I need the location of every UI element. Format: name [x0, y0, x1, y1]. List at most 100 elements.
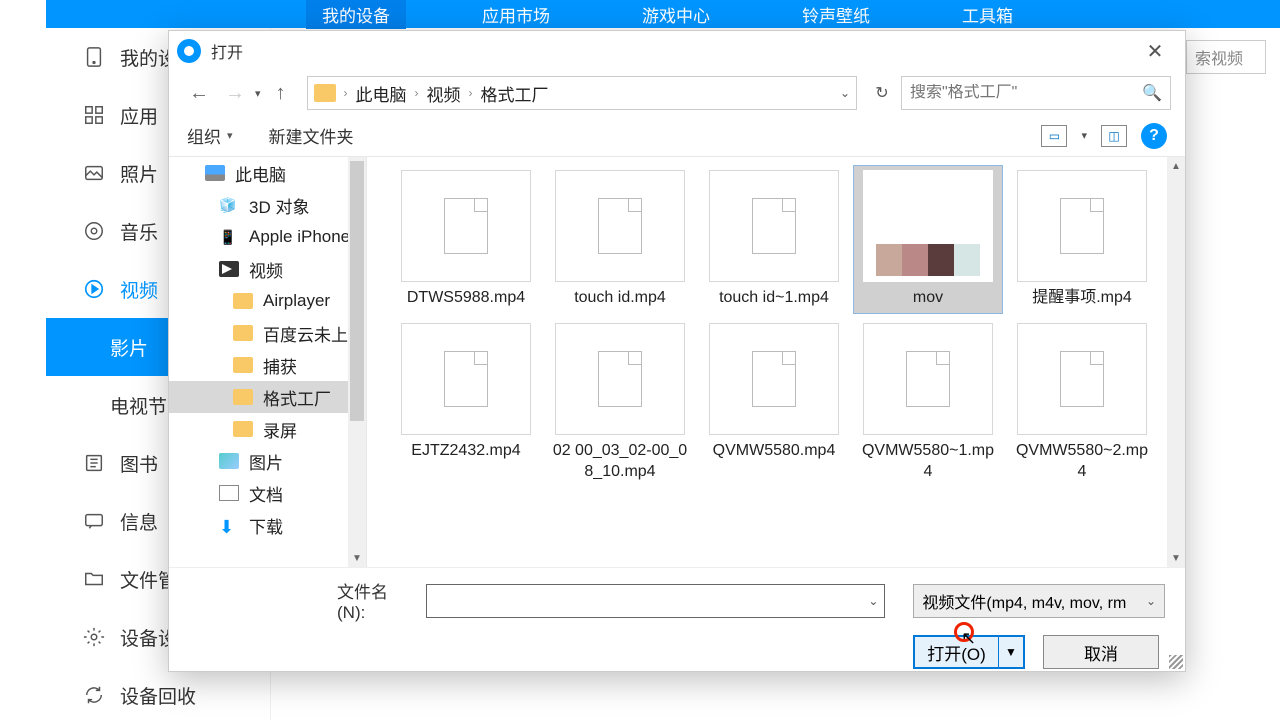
file-thumbnail — [401, 323, 531, 435]
crumb-pc[interactable]: 此电脑 — [356, 81, 407, 106]
preview-pane-button[interactable]: ◫ — [1101, 125, 1127, 147]
close-button[interactable]: ✕ — [1133, 33, 1177, 69]
tree-item[interactable]: 文档 — [169, 477, 366, 509]
file-item[interactable]: QVMW5580~2.mp4 — [1007, 318, 1157, 488]
file-item[interactable]: 02 00_03_02-00_08_10.mp4 — [545, 318, 695, 488]
search-video-input[interactable]: 索视频 — [1186, 40, 1266, 74]
history-dropdown[interactable]: ▾ — [255, 87, 261, 100]
apps-icon — [82, 103, 106, 127]
dialog-search-input[interactable] — [910, 84, 1142, 102]
view-dropdown[interactable]: ▾ — [1081, 129, 1087, 142]
open-dropdown[interactable]: ▼ — [999, 637, 1023, 667]
tree-item-label: 录屏 — [263, 417, 297, 442]
tree-item[interactable]: 捕获 — [169, 349, 366, 381]
nav-item-ringtone[interactable]: 铃声壁纸 — [786, 0, 886, 29]
file-item[interactable]: QVMW5580.mp4 — [699, 318, 849, 488]
file-thumbnail — [709, 170, 839, 282]
dialog-body: 此电脑🧊3D 对象📱Apple iPhone视频 Airplayer 百度云未上传捕… — [169, 157, 1185, 567]
dialog-title-bar[interactable]: 打开 ✕ — [169, 31, 1185, 71]
tree-item[interactable]: 图片 — [169, 445, 366, 477]
tree-scrollbar[interactable]: ▲ ▼ — [348, 157, 366, 567]
back-button[interactable]: ← — [183, 77, 215, 109]
file-item[interactable]: QVMW5580~1.mp4 — [853, 318, 1003, 488]
forward-button[interactable]: → — [219, 77, 251, 109]
file-thumbnail — [1017, 170, 1147, 282]
address-bar[interactable]: › 此电脑 › 视频 › 格式工厂 ⌄ — [307, 76, 857, 110]
doc-icon — [219, 485, 239, 501]
monitor-icon — [205, 165, 225, 181]
tree-item[interactable]: ⬇下载 — [169, 509, 366, 541]
tree-item[interactable]: 百度云未上传 — [169, 317, 366, 349]
file-item[interactable]: 提醒事项.mp4 — [1007, 165, 1157, 314]
file-item[interactable]: DTWS5988.mp4 — [391, 165, 541, 314]
cancel-button[interactable]: 取消 — [1043, 635, 1159, 669]
scroll-down-icon[interactable]: ▼ — [1167, 549, 1185, 567]
tree-item[interactable]: 格式工厂 — [169, 381, 366, 413]
file-thumbnail — [709, 323, 839, 435]
open-dialog: 打开 ✕ ← → ▾ ↑ › 此电脑 › 视频 › 格式工厂 ⌄ ↻ 🔍 组织 … — [168, 30, 1186, 672]
video-lib-icon — [219, 261, 239, 277]
file-item[interactable]: touch id.mp4 — [545, 165, 695, 314]
sidebar-label: 应用 — [120, 102, 158, 129]
tree-item-label: Airplayer — [263, 291, 330, 311]
nav-item-games[interactable]: 游戏中心 — [626, 0, 726, 29]
scroll-up-icon[interactable]: ▲ — [1167, 157, 1185, 175]
top-nav: 我的设备 应用市场 游戏中心 铃声壁纸 工具箱 — [46, 0, 1280, 28]
dialog-toolbar: 组织 ▾ 新建文件夹 ▭ ▾ ◫ ? — [169, 115, 1185, 157]
photo-icon — [82, 161, 106, 185]
tree-item[interactable]: 此电脑 — [169, 157, 366, 189]
file-item[interactable]: mov — [853, 165, 1003, 314]
search-icon[interactable]: 🔍 — [1142, 83, 1162, 103]
file-item[interactable]: EJTZ2432.mp4 — [391, 318, 541, 488]
tree-item[interactable]: 录屏 — [169, 413, 366, 445]
tree-item-label: 捕获 — [263, 353, 297, 378]
file-name: touch id~1.mp4 — [719, 288, 829, 309]
tree-item[interactable]: 🧊3D 对象 — [169, 189, 366, 221]
file-name: 02 00_03_02-00_08_10.mp4 — [550, 441, 690, 483]
chevron-right-icon: › — [342, 86, 350, 100]
file-name: mov — [913, 288, 943, 309]
file-type-filter[interactable]: 视频文件(mp4, m4v, mov, rm ⌄ — [913, 584, 1165, 618]
chevron-down-icon: ⌄ — [1146, 594, 1156, 608]
chevron-down-icon: ▾ — [227, 129, 233, 142]
help-button[interactable]: ? — [1141, 123, 1167, 149]
new-folder-button[interactable]: 新建文件夹 — [269, 123, 354, 148]
tree-item[interactable]: 📱Apple iPhone — [169, 221, 366, 253]
video-icon — [82, 277, 106, 301]
sidebar-item-recycle[interactable]: 设备回收 — [46, 666, 270, 724]
file-name: DTWS5988.mp4 — [407, 288, 525, 309]
nav-item-device[interactable]: 我的设备 — [306, 0, 406, 29]
file-scrollbar[interactable]: ▲ ▼ — [1167, 157, 1185, 567]
scrollbar-thumb[interactable] — [350, 161, 364, 421]
file-thumbnail — [555, 323, 685, 435]
file-name: QVMW5580~1.mp4 — [858, 441, 998, 483]
tree-item-label: 格式工厂 — [263, 385, 331, 410]
tree-item[interactable]: 视频 — [169, 253, 366, 285]
folder-icon — [82, 567, 106, 591]
crumb-current[interactable]: 格式工厂 — [481, 81, 549, 106]
tree-item[interactable]: Airplayer — [169, 285, 366, 317]
open-button[interactable]: 打开(O) — [915, 637, 999, 667]
nav-item-market[interactable]: 应用市场 — [466, 0, 566, 29]
sidebar-label: 信息 — [120, 508, 158, 535]
crumb-video[interactable]: 视频 — [427, 81, 461, 106]
filename-input[interactable]: ⌄ — [426, 584, 885, 618]
dialog-footer: 文件名(N): ⌄ 视频文件(mp4, m4v, mov, rm ⌄ 打开(O)… — [169, 567, 1185, 671]
refresh-button[interactable]: ↻ — [867, 78, 897, 108]
tree-item-label: 下载 — [249, 513, 283, 538]
file-item[interactable]: touch id~1.mp4 — [699, 165, 849, 314]
address-dropdown[interactable]: ⌄ — [840, 86, 850, 100]
up-button[interactable]: ↑ — [265, 77, 297, 109]
dialog-search[interactable]: 🔍 — [901, 76, 1171, 110]
sidebar-label: 视频 — [120, 276, 158, 303]
view-mode-button[interactable]: ▭ — [1041, 125, 1067, 147]
open-button-group: 打开(O) ▼ — [913, 635, 1025, 669]
nav-item-toolbox[interactable]: 工具箱 — [946, 0, 1029, 29]
organize-menu[interactable]: 组织 ▾ — [187, 123, 233, 148]
scroll-down-icon[interactable]: ▼ — [348, 549, 366, 567]
sidebar-label: 图书 — [120, 450, 158, 477]
app-icon — [177, 39, 201, 63]
resize-grip[interactable] — [1169, 655, 1183, 669]
chevron-down-icon[interactable]: ⌄ — [868, 594, 878, 608]
folder-icon — [233, 325, 253, 341]
